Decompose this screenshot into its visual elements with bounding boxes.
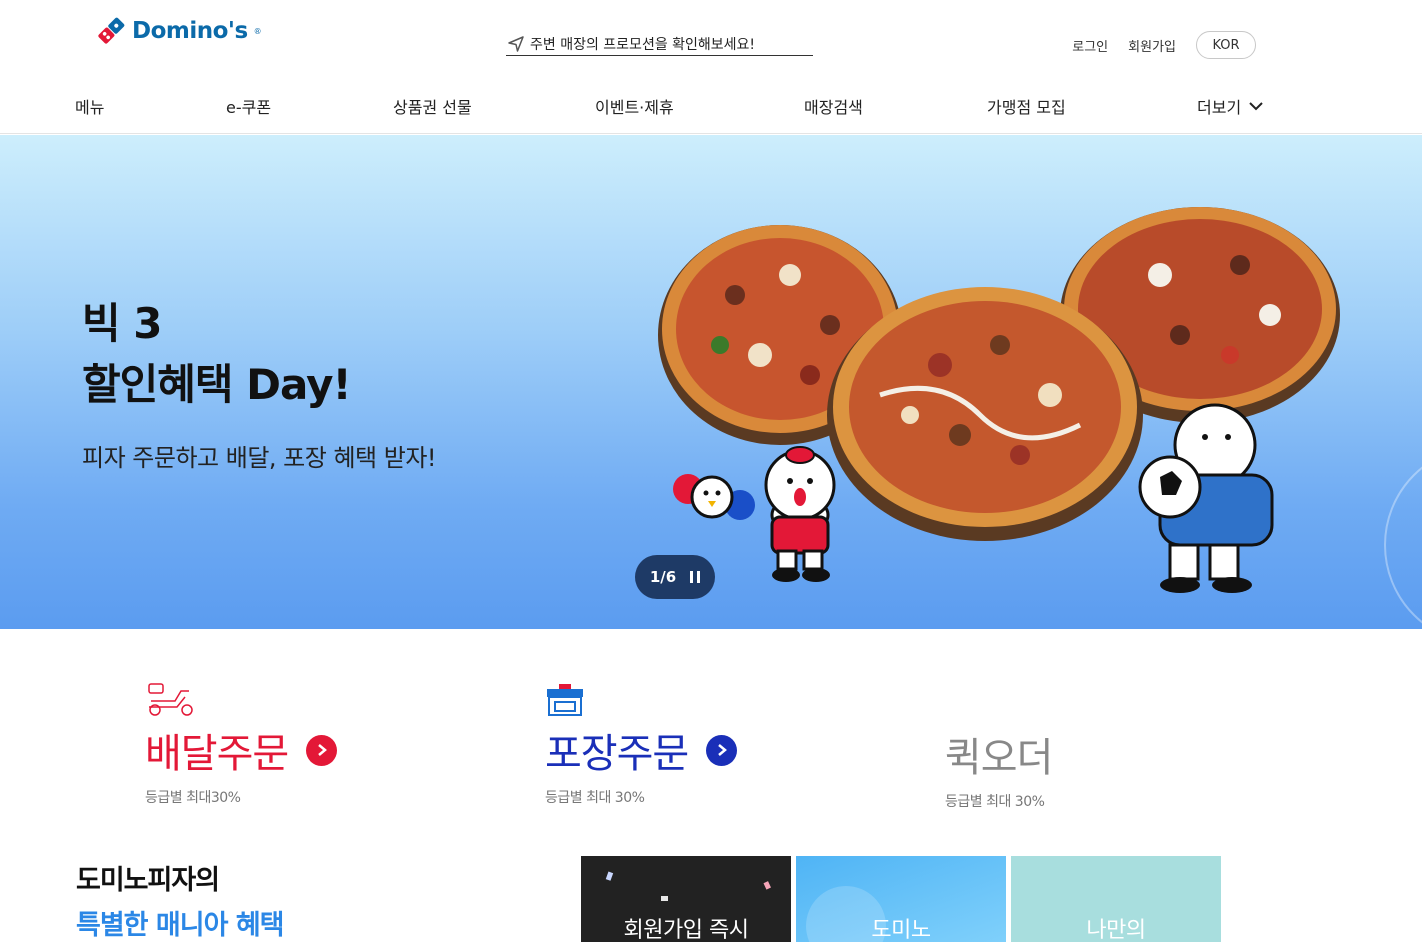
benefit-tile-domino-label: 도미노 <box>871 918 931 942</box>
slide-counter: 1/6 <box>649 568 677 586</box>
nav-item-gift-card[interactable]: 상품권 선물 <box>393 94 472 118</box>
main-nav: 메뉴 e-쿠폰 상품권 선물 이벤트·제휴 매장검색 가맹점 모집 더보기 <box>0 94 1422 122</box>
benefit-tile-mine-label: 나만의 <box>1086 918 1146 942</box>
pickup-order-title[interactable]: 포장주문 <box>545 721 738 779</box>
nav-item-menu[interactable]: 메뉴 <box>75 94 104 118</box>
pizza-center <box>827 287 1143 541</box>
benefit-heading-line1: 도미노피자의 <box>76 865 220 896</box>
delivery-order-label: 배달주문 <box>145 731 289 777</box>
nav-item-more[interactable]: 더보기 <box>1197 94 1263 118</box>
registered-mark: ® <box>253 26 262 36</box>
benefit-tile-mine[interactable]: 나만의 <box>1011 856 1221 942</box>
logo-text: Domino's <box>132 18 248 44</box>
utility-menu: 로그인 회원가입 KOR <box>1072 31 1256 59</box>
nav-item-ecoupon[interactable]: e-쿠폰 <box>226 94 271 118</box>
hero-title-line1: 빅 3 <box>82 299 162 348</box>
order-section: 배달주문 등급별 최대30% 포장주문 등급별 최대 30% 퀵오더 등급별 최… <box>0 629 1422 849</box>
delivery-order-sub: 등급별 최대30% <box>145 790 241 806</box>
confetti-icon <box>605 871 771 901</box>
slide-pager[interactable]: 1/6 <box>635 555 715 599</box>
chevron-right-icon[interactable] <box>706 734 738 766</box>
hero-banner[interactable]: 빅 3 할인혜택 Day! 피자 주문하고 배달, 포장 혜택 받자! 1/6 <box>0 135 1422 629</box>
login-link[interactable]: 로그인 <box>1072 36 1108 55</box>
quick-order-card[interactable]: 퀵오더 등급별 최대 30% <box>945 725 1053 811</box>
pizza-illustration <box>658 207 1340 593</box>
mascot-left <box>764 446 836 582</box>
hero-subtitle: 피자 주문하고 배달, 포장 혜택 받자! <box>82 444 437 472</box>
quick-order-sub: 등급별 최대 30% <box>945 794 1045 810</box>
benefit-tile-signup-label: 회원가입 즉시 <box>623 918 749 942</box>
benefit-tile-domino[interactable]: 도미노 <box>796 856 1006 942</box>
promo-text: 주변 매장의 프로모션을 확인해보세요! <box>530 36 756 53</box>
chevron-down-icon <box>1249 102 1263 111</box>
promo-link[interactable]: 주변 매장의 프로모션을 확인해보세요! <box>506 32 813 56</box>
nav-item-events[interactable]: 이벤트·제휴 <box>595 94 674 118</box>
language-button[interactable]: KOR <box>1196 31 1256 59</box>
site-header: Domino's ® 주변 매장의 프로모션을 확인해보세요! 로그인 회원가입… <box>0 0 1422 134</box>
nav-item-store-search[interactable]: 매장검색 <box>804 94 863 118</box>
decorative-circle <box>1384 445 1422 629</box>
mascot-right <box>1138 403 1274 593</box>
scooter-icon <box>148 683 193 716</box>
pickup-order-sub: 등급별 최대 30% <box>545 790 645 806</box>
location-arrow-icon <box>508 35 524 52</box>
benefit-tile-signup[interactable]: 회원가입 즉시 <box>581 856 791 942</box>
benefit-heading-line2: 특별한 매니아 혜택 <box>76 910 285 941</box>
nav-more-label: 더보기 <box>1197 98 1242 117</box>
dominos-logo[interactable]: Domino's ® <box>96 16 262 46</box>
hero-title-line2: 할인혜택 Day! <box>82 360 352 409</box>
pause-icon[interactable] <box>690 571 701 583</box>
signup-link[interactable]: 회원가입 <box>1128 36 1176 55</box>
nav-item-franchise[interactable]: 가맹점 모집 <box>987 94 1066 118</box>
delivery-order-card[interactable]: 배달주문 등급별 최대30% <box>145 681 338 807</box>
quick-order-label: 퀵오더 <box>945 735 1053 781</box>
domino-logo-icon <box>98 17 125 44</box>
pickup-order-card[interactable]: 포장주문 등급별 최대 30% <box>545 683 738 807</box>
pickup-order-label: 포장주문 <box>545 731 689 777</box>
delivery-order-title[interactable]: 배달주문 <box>145 721 338 779</box>
hero-title: 빅 3 할인혜택 Day! <box>82 293 352 415</box>
mascot-chick <box>673 474 755 520</box>
store-icon <box>547 684 583 716</box>
benefit-heading: 도미노피자의 특별한 매니아 혜택 <box>76 858 285 942</box>
chevron-right-icon[interactable] <box>306 734 338 766</box>
quick-order-title[interactable]: 퀵오더 <box>945 725 1053 783</box>
